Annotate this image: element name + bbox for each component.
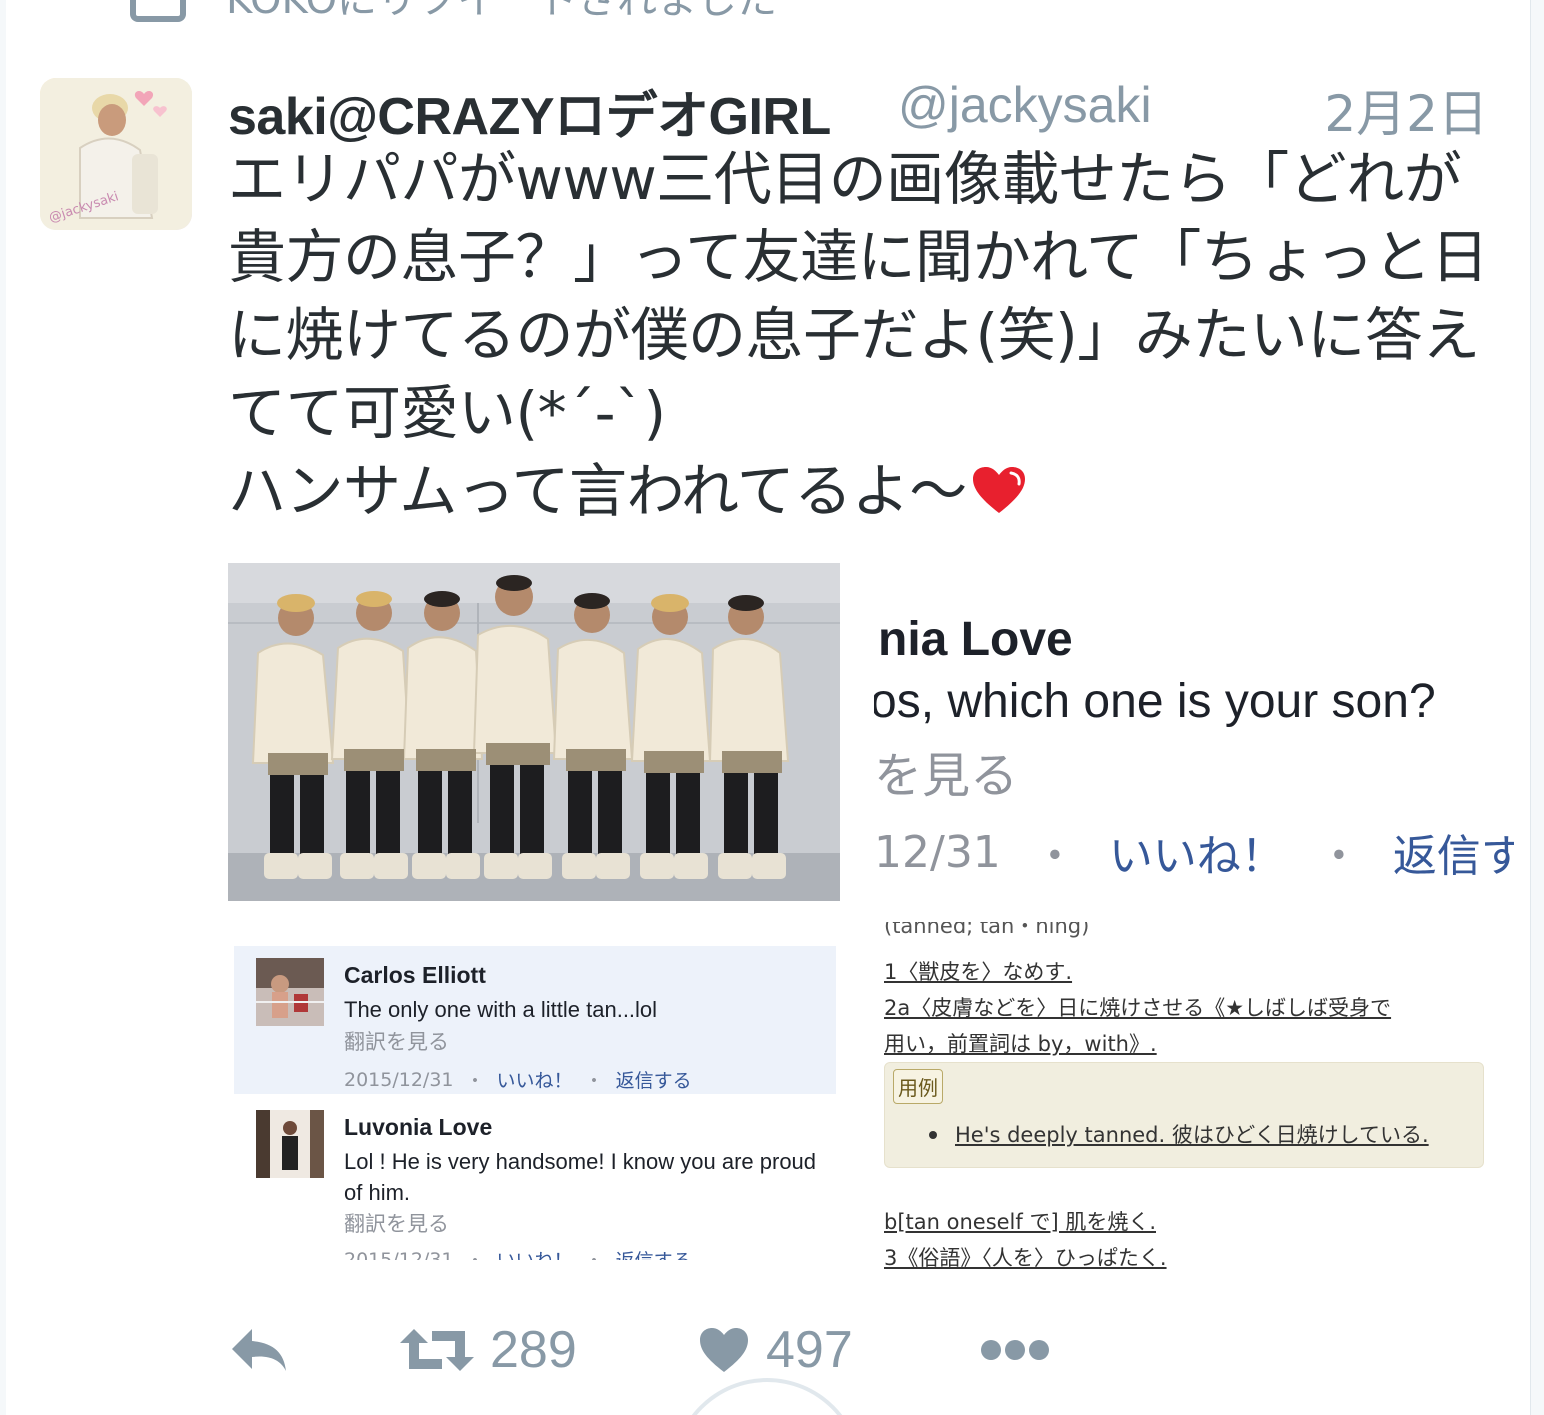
- separator-dot: ・: [465, 1070, 485, 1092]
- like-link: いいね！: [496, 1070, 573, 1092]
- tweet-text: エリパパがwww三代目の画像載せたら「どれが 貴方の息子？」って友達に聞かれて「…: [228, 140, 1508, 530]
- retweet-context-text: KOKOにリツイートされました: [226, 0, 778, 23]
- comment-meta: 2015/12/31 ・ いいね！ ・ 返信する: [344, 1066, 692, 1093]
- dictionary-example-box: 用例 He's deeply tanned. 彼はひどく日焼けしている.: [884, 1062, 1484, 1168]
- comment-item: Carlos Elliott The only one with a littl…: [234, 946, 836, 1094]
- separator-dot: ・: [585, 1246, 604, 1260]
- zoom-comment-text: os, which one is your son?: [874, 675, 1436, 728]
- media-zoomed-comment[interactable]: nia Love os, which one is your son? を見る …: [874, 610, 1514, 880]
- heart-emoji-icon: [972, 467, 1025, 513]
- author-name[interactable]: saki@CRAZYロデオGIRL: [228, 74, 831, 149]
- heart-icon: [700, 1328, 748, 1372]
- reply-button[interactable]: [228, 1310, 290, 1390]
- tweet-header: saki@CRAZYロデオGIRL @jackysaki 2月2日: [228, 72, 1498, 146]
- comment-date: 2015/12/31: [344, 1068, 454, 1091]
- example-text: He's deeply tanned. 彼はひどく日焼けしている.: [955, 1123, 1429, 1147]
- tweet-text-line: てて可愛い(*´-`): [228, 379, 666, 447]
- tweet-text-line: ハンサムって言われてるよ〜: [228, 457, 967, 525]
- commenter-avatar: [256, 958, 324, 1026]
- commenter-name: Carlos Elliott: [344, 962, 486, 988]
- more-button[interactable]: [980, 1310, 1050, 1390]
- media-dictionary-screenshot[interactable]: (tanned; tan・ning) 1〈獣皮を〉なめす. 2a〈皮膚などを〉日…: [874, 922, 1514, 1280]
- zoom-comment-meta: 12/31 ・ いいね！ ・ 返信する: [874, 820, 1514, 881]
- translate-link: 翻訳を見る: [344, 1212, 449, 1236]
- reply-icon: [232, 1329, 286, 1371]
- zoom-commenter-name: nia Love: [878, 613, 1073, 666]
- zoom-reply-link: 返信する: [1392, 831, 1514, 880]
- author-handle[interactable]: @jackysaki: [898, 76, 1152, 134]
- comment-text: Lol ! He is very handsome! I know you ar…: [344, 1149, 817, 1205]
- reply-link: 返信する: [616, 1246, 692, 1260]
- dictionary-sense-1: 1〈獣皮を〉なめす.: [884, 960, 1073, 984]
- translate-link: 翻訳を見る: [344, 1030, 449, 1054]
- scrollbar[interactable]: [1530, 0, 1544, 1415]
- media-comments-screenshot[interactable]: Carlos Elliott The only one with a littl…: [228, 938, 840, 1260]
- separator-dot: ・: [466, 1246, 485, 1260]
- dictionary-cut-line: (tanned; tan・ning): [884, 922, 1090, 938]
- avatar[interactable]: @jackysaki: [40, 78, 192, 230]
- comment-item: Luvonia Love Lol ! He is very handsome! …: [234, 1098, 836, 1261]
- dictionary-sense-2a: 2a〈皮膚などを〉日に焼けさせる《★しばしば受身で: [884, 996, 1392, 1020]
- separator-dot: ・: [1032, 831, 1077, 880]
- media-photo-group[interactable]: [228, 563, 840, 901]
- left-edge: [0, 0, 6, 1415]
- example-tag: 用例: [893, 1069, 943, 1104]
- dictionary-sense-2a-cont: 用い，前置詞は by，with》.: [884, 1032, 1157, 1056]
- comment-meta: 2015/12/31 ・ いいね！ ・ 返信する: [344, 1246, 692, 1261]
- tweet-text-line: に焼けてるのが僕の息子だよ(笑)」みたいに答え: [228, 301, 1480, 369]
- more-dots-icon: [981, 1340, 1049, 1360]
- comment-text: The only one with a little tan...lol: [344, 997, 658, 1022]
- commenter-avatar: [256, 1110, 324, 1178]
- like-link: いいね！: [497, 1246, 573, 1260]
- example-line: He's deeply tanned. 彼はひどく日焼けしている.: [929, 1119, 1429, 1149]
- retweet-count: 289: [490, 1321, 577, 1379]
- retweet-context: KOKOにリツイートされました: [130, 0, 778, 23]
- zoom-comment-date: 12/31: [874, 826, 1001, 878]
- commenter-name: Luvonia Love: [344, 1114, 493, 1140]
- group-photo-image: [228, 563, 840, 901]
- dictionary-sense-2b: b[tan oneself で] 肌を焼く.: [884, 1210, 1156, 1234]
- tweet-text-line: 貴方の息子？」って友達に聞かれて「ちょっと日: [228, 223, 1489, 291]
- avatar-image: @jackysaki: [40, 78, 192, 230]
- bullet-icon: [929, 1131, 937, 1139]
- retweet-button[interactable]: 289: [400, 1310, 577, 1390]
- tweet-date[interactable]: 2月2日: [1324, 74, 1488, 146]
- retweet-icon: [400, 1329, 474, 1371]
- tweet-actions: 289 497: [228, 1310, 1128, 1390]
- zoom-translate-link: を見る: [874, 748, 1019, 804]
- zoom-like-link: いいね！: [1108, 831, 1285, 880]
- tweet-text-line-last: ハンサムって言われてるよ〜: [228, 452, 1508, 530]
- comment-date: 2015/12/31: [344, 1248, 454, 1261]
- separator-dot: ・: [1316, 831, 1361, 880]
- like-count: 497: [766, 1321, 853, 1379]
- tweet-text-line: エリパパがwww三代目の画像載せたら「どれが: [228, 145, 1462, 213]
- retweet-context-icon: [130, 0, 186, 22]
- separator-dot: ・: [584, 1070, 604, 1092]
- dictionary-sense-3: 3《俗語》〈人を〉ひっぱたく.: [884, 1246, 1167, 1270]
- reply-link: 返信する: [615, 1070, 692, 1092]
